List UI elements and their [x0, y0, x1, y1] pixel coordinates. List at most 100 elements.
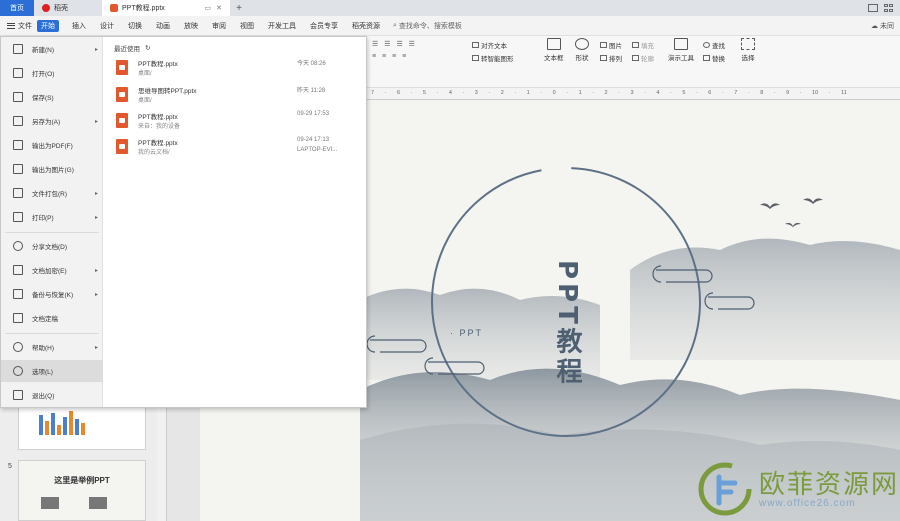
- recent-file-location: LAPTOP-EVI...: [297, 147, 338, 153]
- shape-button[interactable]: 形状: [575, 38, 589, 62]
- picture-icon: [600, 42, 607, 48]
- recent-file-path: 桌面/: [138, 71, 152, 77]
- presenter-tools-button[interactable]: 演示工具: [668, 38, 694, 62]
- textbox-icon: [546, 38, 561, 50]
- thumbnail-title: 这里是举例PPT: [54, 476, 110, 485]
- align-text-button[interactable]: 对齐文本: [472, 40, 507, 50]
- tab-document-label: PPT教程.pptx: [122, 5, 165, 12]
- tab-home[interactable]: 首页: [0, 0, 34, 16]
- recent-file-item[interactable]: PPT教程.pptx 来自：我的设备 09-29 17:53: [116, 111, 356, 135]
- find-button[interactable]: 查找: [703, 40, 725, 50]
- picture-button[interactable]: 图片: [600, 40, 622, 50]
- menu-item-help[interactable]: 帮助(H) ▸: [1, 336, 103, 358]
- menu-item-new[interactable]: 新建(N) ▸: [1, 38, 103, 60]
- recent-file-item[interactable]: PPT教程.pptx 我的云文档/ 09-24 17:13 LAPTOP-EVI…: [116, 137, 356, 161]
- slide-thumbnail-5[interactable]: 这里是举例PPT: [18, 460, 146, 521]
- menu-item-options[interactable]: 选项(L): [1, 360, 103, 382]
- ppt-file-icon: [116, 60, 128, 75]
- pdf-icon: [13, 140, 23, 150]
- help-icon: [13, 342, 23, 352]
- convert-smartart-button[interactable]: 转智能图形: [472, 53, 514, 63]
- ppt-file-icon: [116, 113, 128, 128]
- chevron-right-icon: ▸: [94, 46, 98, 53]
- align-text-label: 对齐文本: [481, 43, 507, 50]
- grid-view-icon[interactable]: [884, 4, 894, 12]
- replace-icon: [703, 55, 710, 61]
- recent-files-title: 最近使用: [114, 46, 140, 53]
- menu-item-exit[interactable]: 退出(Q): [1, 384, 103, 406]
- slide-title[interactable]: PPT教程: [552, 260, 586, 388]
- sync-status-label: 未同: [880, 22, 894, 30]
- sync-status[interactable]: ☁ 未同: [871, 21, 900, 31]
- window-controls: [868, 0, 900, 16]
- file-menu-button[interactable]: 文件: [4, 21, 35, 31]
- finalize-icon: [13, 313, 23, 323]
- menu-item-label: 文件打包(R): [32, 191, 68, 198]
- outline-button[interactable]: 轮廓: [632, 53, 654, 63]
- menu-item-export-pdf[interactable]: 输出为PDF(F): [1, 134, 103, 156]
- tab-docer[interactable]: 稻壳: [34, 0, 102, 16]
- paragraph-align-tools[interactable]: ☰ ☰ ☰ ☰: [372, 40, 417, 48]
- menu-bar: 文件 开始 插入 设计 切换 动画 放映 审阅 视图 开发工具 会员专享 稻壳资…: [0, 16, 900, 36]
- package-icon: [13, 188, 23, 198]
- tab-slideshow[interactable]: 放映: [177, 21, 205, 31]
- arrange-button[interactable]: 排列: [600, 53, 622, 63]
- new-tab-button[interactable]: +: [230, 0, 248, 16]
- select-icon: [741, 38, 755, 50]
- tab-document[interactable]: PPT教程.pptx ▭ ✕: [102, 0, 230, 16]
- close-tab-icon[interactable]: ✕: [216, 4, 222, 12]
- select-button[interactable]: 选择: [741, 38, 755, 62]
- menu-item-label: 输出为PDF(F): [32, 143, 73, 150]
- textbox-button[interactable]: 文本框: [544, 38, 564, 62]
- menu-item-print[interactable]: 打印(P) ▸: [1, 206, 103, 228]
- menu-item-encrypt[interactable]: 文档加密(E) ▸: [1, 259, 103, 281]
- refresh-icon[interactable]: ↻: [145, 44, 150, 52]
- menu-item-save-as[interactable]: 另存为(A) ▸: [1, 110, 103, 132]
- menu-item-export-image[interactable]: 输出为图片(G): [1, 158, 103, 180]
- paragraph-spacing-tools[interactable]: ≡ ≡ ≡ ≡: [372, 53, 408, 60]
- tab-design[interactable]: 设计: [93, 21, 121, 31]
- watermark-url: www.office26.com: [759, 497, 856, 509]
- file-menu-commands: 新建(N) ▸ 打开(O) 保存(S) 另存为(A) ▸ 输出为PDF(F) 输出为…: [1, 37, 103, 407]
- watermark-title: 欧菲资源网: [759, 468, 900, 499]
- recent-file-item[interactable]: 思维导图转PPT.pptx 桌面/ 昨天 11:28: [116, 85, 356, 109]
- tab-view[interactable]: 视图: [233, 21, 261, 31]
- docer-icon: [42, 4, 50, 12]
- shape-label: 形状: [575, 55, 589, 62]
- recent-file-name: PPT教程.pptx: [138, 140, 178, 147]
- recent-file-time: 09-24 17:13: [297, 137, 330, 143]
- thumbnail-pane: 5 这里是举例PPT: [0, 400, 157, 521]
- slide-subtitle[interactable]: · PPT: [450, 328, 483, 338]
- command-search-placeholder: 查找命令、搜索模板: [398, 22, 462, 30]
- folder-open-icon: [13, 68, 23, 78]
- vertical-ruler: [157, 400, 167, 521]
- recent-file-item[interactable]: PPT教程.pptx 桌面/ 今天 08:26: [116, 58, 356, 82]
- tab-animation[interactable]: 动画: [149, 21, 177, 31]
- menu-item-label: 另存为(A): [32, 119, 61, 126]
- recent-file-path: 来自：我的设备: [138, 124, 181, 130]
- tab-member[interactable]: 会员专享: [303, 21, 345, 31]
- layout-icon[interactable]: [868, 4, 878, 12]
- tab-review[interactable]: 审阅: [205, 21, 233, 31]
- menu-item-backup[interactable]: 备份与恢复(K) ▸: [1, 283, 103, 305]
- chevron-right-icon: ▸: [94, 267, 98, 274]
- menu-item-open[interactable]: 打开(O): [1, 62, 103, 84]
- menu-item-package[interactable]: 文件打包(R) ▸: [1, 182, 103, 204]
- replace-button[interactable]: 替换: [703, 53, 725, 63]
- ppt-file-icon: [110, 4, 118, 12]
- fill-button[interactable]: 填充: [632, 40, 654, 50]
- image-export-icon: [13, 164, 23, 174]
- plus-icon: +: [236, 2, 242, 14]
- menu-item-share[interactable]: 分享文档(D): [1, 235, 103, 257]
- menu-item-finalize[interactable]: 文档定稿: [1, 307, 103, 329]
- outline-icon: [632, 55, 639, 61]
- tab-docer-resources[interactable]: 稻壳资源: [345, 21, 387, 31]
- tab-start[interactable]: 开始: [37, 19, 59, 32]
- pin-icon[interactable]: ▭: [205, 4, 212, 12]
- birds: [760, 198, 823, 227]
- menu-item-save[interactable]: 保存(S): [1, 86, 103, 108]
- command-search[interactable]: ⌕ 查找命令、搜索模板: [393, 21, 462, 31]
- tab-transition[interactable]: 切换: [121, 21, 149, 31]
- tab-insert[interactable]: 插入: [65, 21, 93, 31]
- tab-developer[interactable]: 开发工具: [261, 21, 303, 31]
